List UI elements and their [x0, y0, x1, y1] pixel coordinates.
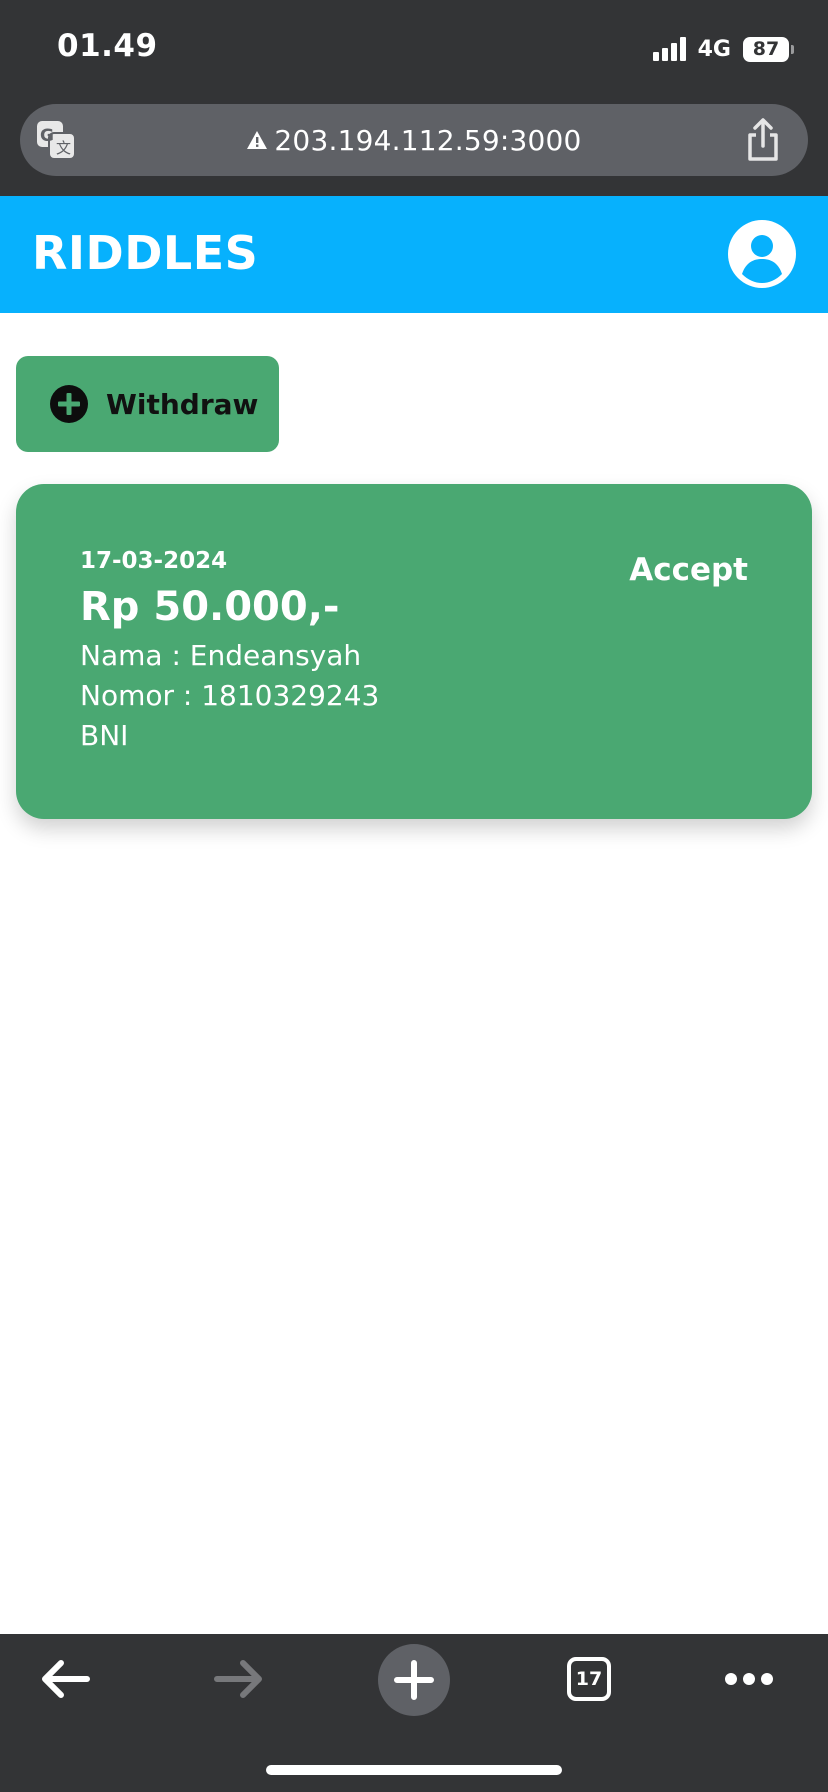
new-tab-button[interactable]: [378, 1644, 450, 1716]
app-title: RIDDLES: [32, 226, 259, 280]
share-icon[interactable]: [744, 118, 782, 162]
url-display[interactable]: 203.194.112.59:3000: [20, 104, 808, 176]
url-text: 203.194.112.59:3000: [274, 123, 582, 157]
user-avatar-icon[interactable]: [728, 220, 796, 288]
home-indicator[interactable]: [266, 1765, 562, 1775]
battery-icon: 87: [743, 36, 789, 62]
status-time: 01.49: [57, 28, 158, 64]
more-dots-icon: [725, 1673, 773, 1685]
forward-button[interactable]: [204, 1634, 274, 1724]
address-bar[interactable]: G 文 203.194.112.59:3000: [20, 104, 808, 176]
signal-icon: [652, 37, 686, 61]
account-number: Nomor : 1810329243: [80, 679, 380, 712]
browser-bottom-bar: 17: [0, 1634, 828, 1792]
status-badge: Accept: [629, 552, 748, 588]
withdrawal-date: 17-03-2024: [80, 548, 228, 574]
account-name: Nama : Endeansyah: [80, 639, 362, 672]
battery-level: 87: [752, 38, 780, 60]
battery-tip: [791, 44, 794, 54]
bank-name: BNI: [80, 719, 129, 752]
arrow-left-icon: [42, 1660, 90, 1698]
plus-icon: [394, 1660, 434, 1700]
plus-circle-icon: [50, 385, 88, 423]
browser-top-bar: 01.49 4G 87 G 文 203.194.112.59:3000: [0, 0, 828, 196]
more-button[interactable]: [718, 1634, 780, 1724]
withdraw-button[interactable]: Withdraw: [16, 356, 279, 452]
tabs-button[interactable]: 17: [558, 1634, 620, 1724]
app-header: RIDDLES: [0, 196, 828, 313]
network-label: 4G: [697, 36, 731, 62]
arrow-right-icon: [214, 1660, 262, 1698]
tab-count: 17: [575, 1668, 603, 1690]
warning-icon: [247, 131, 268, 149]
withdraw-label: Withdraw: [106, 387, 259, 421]
tabs-icon: 17: [567, 1657, 611, 1701]
back-button[interactable]: [30, 1634, 100, 1724]
status-indicators: 4G 87: [652, 34, 794, 64]
withdrawal-card: 17-03-2024 Rp 50.000,- Nama : Endeansyah…: [16, 484, 812, 819]
withdrawal-amount: Rp 50.000,-: [80, 584, 340, 630]
